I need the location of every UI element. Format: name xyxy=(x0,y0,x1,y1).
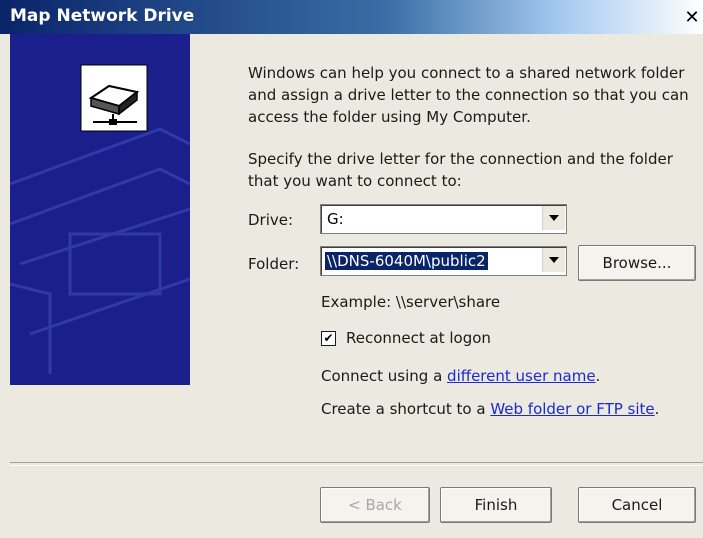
finish-button[interactable]: Finish xyxy=(440,487,552,523)
folder-label: Folder: xyxy=(248,255,300,273)
title-bar[interactable]: Map Network Drive ✕ xyxy=(0,0,703,34)
map-network-drive-dialog: Map Network Drive ✕ Windows can help you… xyxy=(0,0,703,538)
close-icon[interactable]: ✕ xyxy=(683,8,701,28)
shortcut-suffix: . xyxy=(654,400,660,418)
shortcut-prefix: Create a shortcut to a xyxy=(321,400,491,418)
connect-prefix: Connect using a xyxy=(321,367,448,385)
intro-text: Windows can help you connect to a shared… xyxy=(248,64,689,126)
connect-suffix: . xyxy=(595,367,601,385)
folder-value-selected: \\DNS-6040M\public2 xyxy=(325,252,488,270)
browse-button[interactable]: Browse... xyxy=(578,245,696,281)
back-button[interactable]: < Back xyxy=(320,487,430,523)
drive-select[interactable]: G: xyxy=(320,204,567,234)
drive-label: Drive: xyxy=(248,211,294,229)
connect-line: Connect using a different user name. xyxy=(321,367,600,385)
different-user-name-link[interactable]: different user name xyxy=(447,367,596,385)
footer-separator xyxy=(10,462,703,466)
instruction-text: Specify the drive letter for the connect… xyxy=(248,150,673,190)
window-title: Map Network Drive xyxy=(10,6,195,26)
chevron-down-icon[interactable] xyxy=(542,248,565,272)
example-text: Example: \\server\share xyxy=(321,293,501,311)
folder-value: \\DNS-6040M\public2 xyxy=(325,252,488,270)
folder-input[interactable]: \\DNS-6040M\public2 xyxy=(320,246,567,276)
reconnect-checkbox[interactable]: ✔ xyxy=(321,331,336,346)
drive-value: G: xyxy=(327,210,344,228)
wizard-side-panel xyxy=(10,34,190,385)
reconnect-label[interactable]: Reconnect at logon xyxy=(346,329,491,347)
shortcut-line: Create a shortcut to a Web folder or FTP… xyxy=(321,400,659,418)
chevron-down-icon[interactable] xyxy=(542,206,565,230)
cancel-button[interactable]: Cancel xyxy=(578,487,696,523)
network-drive-icon xyxy=(10,64,190,374)
web-folder-link[interactable]: Web folder or FTP site xyxy=(490,400,654,418)
